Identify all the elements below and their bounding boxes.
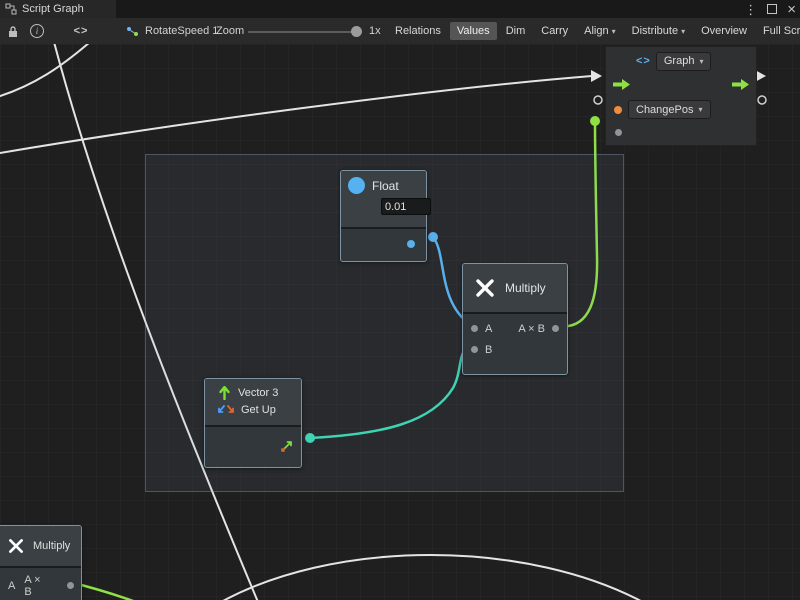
node-multiply[interactable]: Multiply A A × B B <box>462 263 568 375</box>
toolbar-button-distribute[interactable]: Distribute ▾ <box>625 22 692 40</box>
changepos-input-port[interactable] <box>614 106 622 114</box>
toolbar: i <> RotateSpeed 1 Zoom 1x Relations Val… <box>0 18 800 45</box>
code-icon: <> <box>636 55 651 67</box>
multiply2-output-port[interactable] <box>67 582 74 589</box>
flow-out-arrow-icon[interactable] <box>732 79 749 90</box>
lock-icon <box>7 25 19 38</box>
graph-reference[interactable]: RotateSpeed 1 <box>126 18 218 44</box>
node-title: Multiply <box>33 540 70 552</box>
vector3-port-icon[interactable] <box>280 439 294 453</box>
arrow-up-icon <box>218 386 231 400</box>
value-port-circle-right[interactable] <box>758 96 766 104</box>
toolbar-button-fullscreen[interactable]: Full Screen <box>756 22 800 40</box>
port-label-a: A <box>485 323 492 335</box>
script-graph-icon <box>5 3 17 15</box>
toolbar-button-carry[interactable]: Carry <box>534 22 575 40</box>
menu-icon[interactable]: ⋮ <box>744 3 757 16</box>
port-label-b: B <box>485 344 492 356</box>
graph-reference-label: RotateSpeed 1 <box>145 25 218 37</box>
toolbar-button-overview[interactable]: Overview <box>694 22 754 40</box>
wire-white-bottom-arc[interactable] <box>214 555 650 600</box>
inspect-button[interactable]: i <box>26 18 48 44</box>
port-label-out: A × B <box>24 574 49 598</box>
window-title: Script Graph <box>22 3 84 15</box>
node-title: Float <box>372 179 399 193</box>
chevron-down-icon: ▾ <box>699 105 703 114</box>
float-type-icon <box>348 177 365 194</box>
toolbar-button-relations[interactable]: Relations <box>388 22 448 40</box>
value-port-circle-left[interactable] <box>594 96 602 104</box>
edit-graph-button[interactable]: <> <box>66 18 96 44</box>
graph-canvas[interactable]: Float Multiply A A × B <box>0 44 800 600</box>
title-bar: Script Graph ⋮ × <box>0 0 800 18</box>
wire-white-topleft[interactable] <box>0 44 90 98</box>
graph-breadcrumb-dropdown[interactable]: Graph ▾ <box>656 52 712 71</box>
multiply-input-a-port[interactable] <box>471 325 478 332</box>
multiply-output-port[interactable] <box>552 325 559 332</box>
lock-button[interactable] <box>2 18 24 44</box>
node-get-up[interactable]: Vector 3 Get Up <box>204 378 302 468</box>
node-float[interactable]: Float <box>340 170 427 262</box>
toolbar-button-values[interactable]: Values <box>450 22 497 40</box>
transform-icon <box>218 404 234 416</box>
toolbar-button-align[interactable]: Align ▾ <box>577 22 622 40</box>
multiply-icon <box>475 278 495 298</box>
node-title: Vector 3 <box>238 387 278 399</box>
unity-window: Script Graph ⋮ × i <> RotateS <box>0 0 800 600</box>
window-tab[interactable]: Script Graph <box>0 0 116 18</box>
changepos-input-wire-dot[interactable] <box>590 116 600 126</box>
wire-white-to-graph-input[interactable] <box>0 76 592 154</box>
node-multiply-2[interactable]: Multiply A A × B <box>0 525 82 600</box>
info-icon: i <box>30 24 44 38</box>
float-output-port[interactable] <box>407 240 415 248</box>
panel-value-port[interactable] <box>615 129 622 136</box>
float-value-input[interactable] <box>381 198 431 215</box>
code-icon: <> <box>74 25 89 37</box>
chevron-down-icon: ▾ <box>699 57 703 66</box>
zoom-slider-track[interactable] <box>248 31 362 33</box>
zoom-label: Zoom <box>216 18 244 44</box>
zoom-value: 1x <box>369 18 381 44</box>
close-icon[interactable]: × <box>787 2 796 17</box>
graph-asset-icon <box>126 25 139 38</box>
multiply-input-b-port[interactable] <box>471 346 478 353</box>
port-label-out: A × B <box>518 323 545 335</box>
node-subtitle: Get Up <box>241 404 276 416</box>
flow-in-triangle-icon[interactable] <box>591 70 602 82</box>
flow-in-arrow-icon[interactable] <box>613 79 630 90</box>
port-label-a: A <box>8 580 15 592</box>
graph-io-panel[interactable]: <> Graph ▾ ChangePos ▾ <box>605 46 757 146</box>
changepos-dropdown[interactable]: ChangePos ▾ <box>628 100 711 119</box>
chevron-down-icon: ▾ <box>612 27 616 36</box>
toolbar-button-dim[interactable]: Dim <box>499 22 533 40</box>
zoom-slider-knob[interactable] <box>351 26 362 37</box>
multiply-icon <box>8 538 24 554</box>
node-title: Multiply <box>505 281 546 295</box>
chevron-down-icon: ▾ <box>681 27 685 36</box>
maximize-icon[interactable] <box>767 4 777 14</box>
